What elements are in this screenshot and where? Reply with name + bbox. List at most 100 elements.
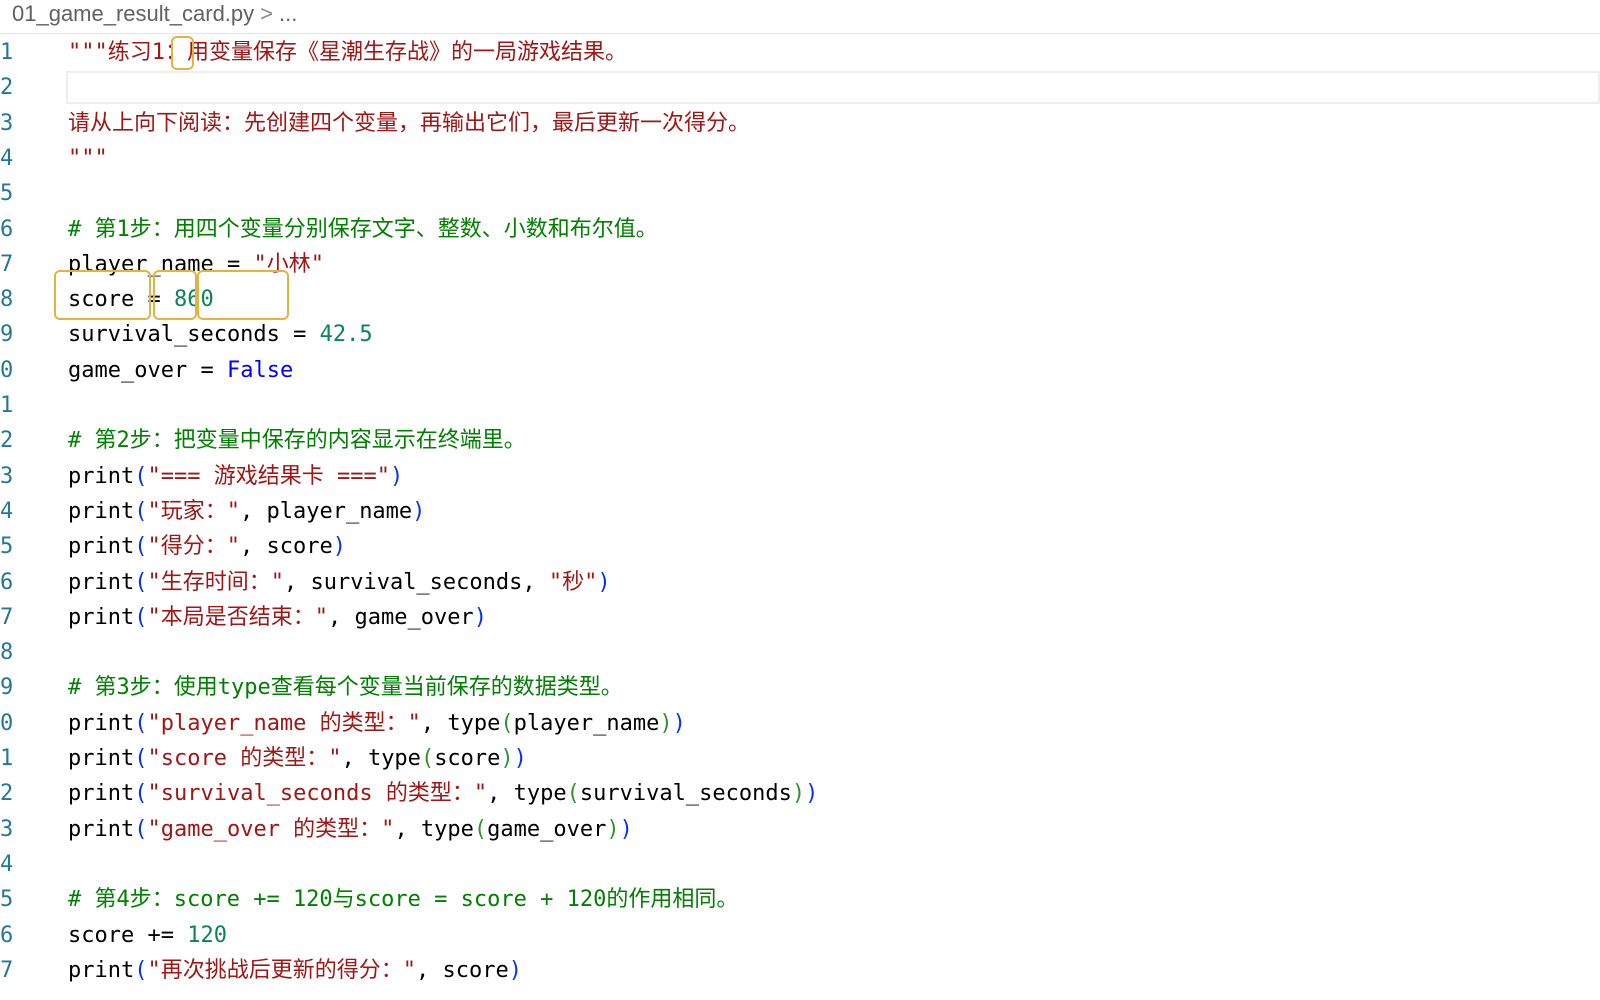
code-token: print — [68, 781, 135, 807]
code-text: score += 120 — [68, 918, 227, 953]
code-token: ) — [659, 710, 673, 736]
code-token: , game_over — [327, 604, 474, 630]
code-token: ( — [134, 781, 148, 807]
code-token: ( — [134, 746, 148, 771]
line-number: 2 — [0, 428, 14, 454]
code-token: # 第1步：用四个变量分别保存文字、整数、小数和布尔值。 — [68, 216, 658, 242]
code-token: "survival_seconds 的类型：" — [147, 781, 488, 807]
code-token: "秒" — [548, 569, 598, 595]
code-text: # 第1步：用四个变量分别保存文字、整数、小数和布尔值。 — [68, 212, 658, 247]
code-token: 请从上向下阅读：先创建四个变量，再输出它们，最后更新一次得分。 — [68, 110, 751, 136]
code-token: game_over — [68, 357, 188, 383]
line-number: 7 — [0, 251, 14, 277]
code-line[interactable]: 0 print("player_name 的类型：", type(player_n… — [0, 706, 1600, 741]
code-token: print — [68, 498, 135, 524]
code-line[interactable]: 6 # 第1步：用四个变量分别保存文字、整数、小数和布尔值。 — [0, 212, 1600, 247]
code-token: ) — [805, 781, 819, 807]
code-token: print — [68, 746, 135, 771]
breadcrumb: 01_game_result_card.py >... — [0, 0, 1600, 34]
code-token: , type — [341, 746, 421, 771]
code-token: "玩家：" — [147, 498, 240, 524]
code-line[interactable]: 0 game_over = False — [0, 353, 1600, 388]
code-line[interactable]: 3 请从上向下阅读：先创建四个变量，再输出它们，最后更新一次得分。 — [0, 106, 1600, 141]
line-number: 4 — [0, 498, 14, 524]
code-line[interactable]: 6 print("生存时间：", survival_seconds, "秒") — [0, 565, 1600, 600]
code-line[interactable]: 3 print("game_over 的类型：", type(game_over)… — [0, 812, 1600, 847]
line-number: 3 — [0, 463, 14, 489]
code-text: # 第2步：把变量中保存的内容显示在终端里。 — [68, 423, 526, 458]
code-token: print — [68, 534, 135, 560]
line-number: 6 — [0, 216, 14, 242]
code-token: ( — [134, 534, 148, 560]
code-line[interactable]: 1 — [0, 388, 1600, 423]
code-token: 42.5 — [319, 322, 373, 348]
code-token: , type — [487, 781, 567, 807]
line-number: 6 — [0, 922, 14, 948]
code-text: score = 860 — [68, 282, 214, 317]
code-token: ( — [134, 498, 148, 524]
code-line[interactable]: 8 — [0, 635, 1600, 670]
line-number: 8 — [0, 640, 14, 666]
breadcrumb-more[interactable]: ... — [279, 0, 297, 28]
code-line[interactable]: 2 # 第2步：把变量中保存的内容显示在终端里。 — [0, 423, 1600, 458]
code-text: print("得分：", score) — [68, 529, 346, 564]
code-line[interactable]: 5 print("得分：", score) — [0, 529, 1600, 564]
code-line[interactable]: 4 — [0, 847, 1600, 882]
code-line[interactable]: 8 score = 860 — [0, 282, 1600, 317]
code-token: False — [226, 357, 294, 383]
code-token: print — [68, 463, 135, 489]
code-line[interactable]: 5 — [0, 176, 1600, 211]
code-token: "本局是否结束：" — [147, 604, 328, 630]
code-line[interactable]: 4 """ — [0, 141, 1600, 176]
code-token: , survival_seconds, — [283, 569, 549, 595]
code-line[interactable]: 3 print("=== 游戏结果卡 ===") — [0, 459, 1600, 494]
code-text: print("生存时间：", survival_seconds, "秒") — [68, 565, 611, 600]
code-line[interactable]: 5 # 第4步：score += 120与score = score + 120的… — [0, 882, 1600, 917]
code-line[interactable]: 9 # 第3步：使用type查看每个变量当前保存的数据类型。 — [0, 670, 1600, 705]
line-number: 4 — [0, 851, 14, 877]
code-line[interactable]: 9 survival_seconds = 42.5 — [0, 317, 1600, 352]
code-token: # 第4步：score += 120与score = score + 120的作… — [68, 887, 739, 913]
code-token: ( — [134, 957, 148, 983]
code-token: print — [68, 957, 135, 983]
code-text: """练习1：用变量保存《星潮生存战》的一局游戏结果。 — [68, 35, 627, 70]
line-number: 8 — [0, 287, 14, 313]
code-line[interactable]: 1 print("score 的类型：", type(score)) — [0, 741, 1600, 776]
code-token: """ — [68, 145, 108, 171]
code-token: """练习1：用变量保存《星潮生存战》的一局游戏结果。 — [68, 40, 627, 65]
code-line[interactable]: 7 print("本局是否结束：", game_over) — [0, 600, 1600, 635]
line-number: 3 — [0, 816, 14, 842]
code-line[interactable]: 2 — [0, 70, 1600, 105]
code-text: """ — [68, 141, 108, 176]
code-token: ( — [566, 781, 580, 807]
code-token: ( — [500, 710, 514, 736]
code-line[interactable]: 7 print("再次挑战后更新的得分：", score) — [0, 953, 1600, 988]
code-token: "score 的类型：" — [147, 746, 342, 771]
line-number: 5 — [0, 534, 14, 560]
code-token: ) — [508, 957, 522, 983]
code-token: ( — [134, 604, 148, 630]
code-line[interactable]: 1 """练习1：用变量保存《星潮生存战》的一局游戏结果。 — [0, 35, 1600, 70]
code-token: # 第2步：把变量中保存的内容显示在终端里。 — [68, 428, 526, 454]
code-token: ( — [134, 710, 148, 736]
line-number: 1 — [0, 746, 14, 771]
code-text: 请从上向下阅读：先创建四个变量，再输出它们，最后更新一次得分。 — [68, 106, 750, 141]
code-editor[interactable]: 1 """练习1：用变量保存《星潮生存战》的一局游戏结果。 2 3 请从上向下阅读：先创… — [0, 35, 1600, 1000]
code-text: print("score 的类型：", type(score)) — [68, 741, 527, 776]
line-number: 0 — [0, 357, 14, 383]
code-token: player_name — [513, 710, 660, 736]
code-token: survival_seconds — [579, 781, 792, 807]
code-line[interactable]: 7 player_name = "小林" — [0, 247, 1600, 282]
code-token: player_name — [68, 251, 214, 277]
code-line[interactable]: 6 score += 120 — [0, 918, 1600, 953]
code-token: score — [68, 287, 135, 313]
breadcrumb-file[interactable]: 01_game_result_card.py — [12, 0, 254, 28]
code-text: player_name = "小林" — [68, 247, 324, 282]
line-number: 7 — [0, 604, 14, 630]
code-text: print("game_over 的类型：", type(game_over)) — [68, 812, 633, 847]
code-line[interactable]: 2 print("survival_seconds 的类型：", type(sur… — [0, 776, 1600, 811]
code-text: print("玩家：", player_name) — [68, 494, 425, 529]
code-line[interactable]: 4 print("玩家：", player_name) — [0, 494, 1600, 529]
line-number: 9 — [0, 322, 14, 348]
line-number: 9 — [0, 675, 14, 701]
